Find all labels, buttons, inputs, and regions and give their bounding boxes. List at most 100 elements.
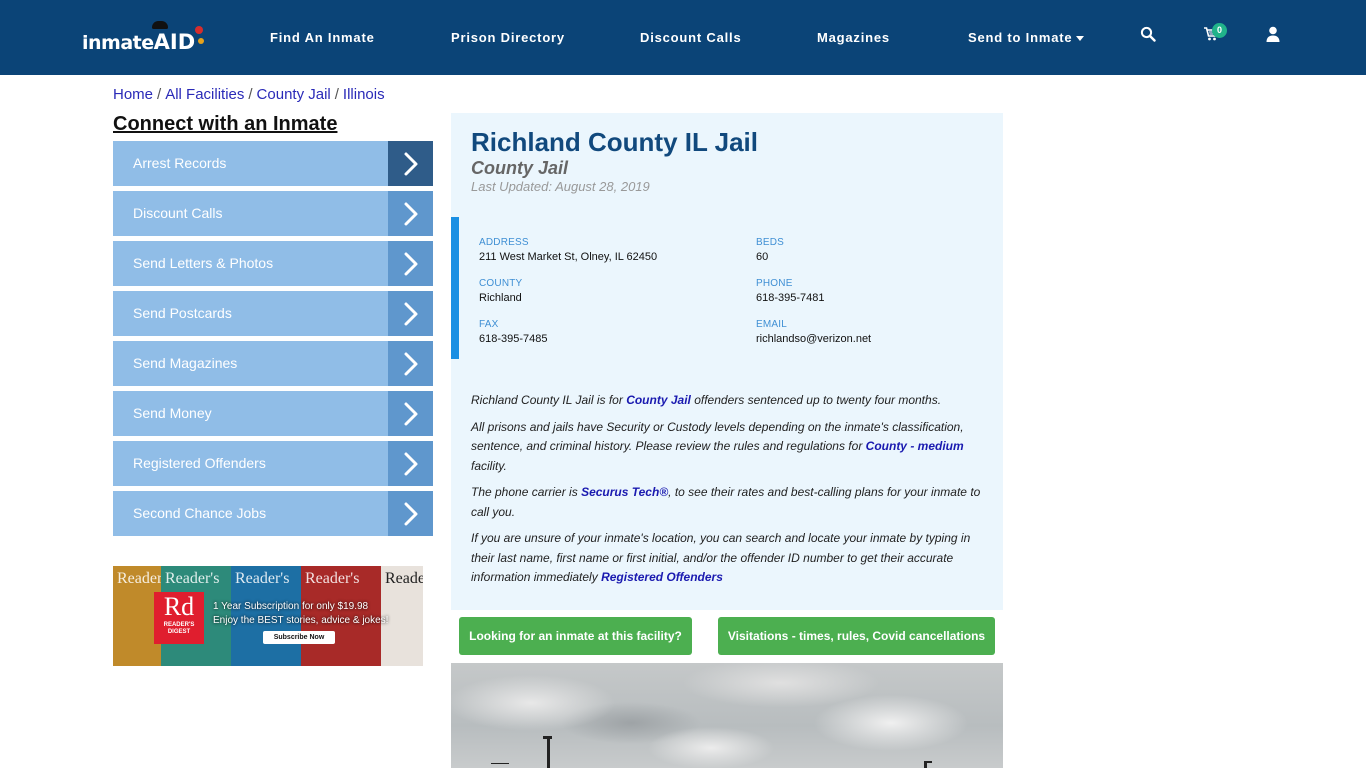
address-value: 211 West Market St, Olney, IL 62450 (479, 251, 658, 263)
ad-cover-title: Reader's (235, 570, 290, 587)
logo-hat-icon (151, 21, 168, 29)
utility-pole (491, 763, 509, 764)
sidebar-item-label: Discount Calls (133, 205, 223, 221)
sidebar-item-label: Send Magazines (133, 355, 238, 371)
sidebar-item-registered-offenders[interactable]: Registered Offenders (113, 441, 433, 486)
find-inmate-at-facility-button[interactable]: Looking for an inmate at this facility? (459, 617, 692, 655)
description-text: The phone carrier is (471, 485, 582, 499)
ad-cover-title: Reader's (385, 570, 423, 587)
county-jail-link[interactable]: County Jail (626, 393, 691, 407)
address-field: ADDRESS 211 West Market St, Olney, IL 62… (479, 237, 657, 263)
light-pole (543, 736, 552, 739)
nav-discount-calls[interactable]: Discount Calls (640, 30, 742, 45)
user-icon[interactable] (1266, 26, 1286, 46)
fax-field: FAX 618-395-7485 (479, 319, 548, 345)
breadcrumb-all-facilities[interactable]: All Facilities (165, 86, 244, 103)
readers-digest-ad[interactable]: Reader's Reader's Reader's Reader's Read… (113, 566, 423, 666)
nav-prison-directory[interactable]: Prison Directory (451, 30, 565, 45)
sidebar-item-second-chance-jobs[interactable]: Second Chance Jobs (113, 491, 433, 536)
sidebar-item-label: Arrest Records (133, 155, 227, 171)
last-updated: Last Updated: August 28, 2019 (471, 179, 650, 194)
ad-logo-subtext: READER'S DIGEST (163, 622, 195, 635)
light-pole (924, 761, 932, 763)
chevron-right-icon (388, 291, 433, 336)
facility-photo (451, 663, 1003, 768)
breadcrumb: Home / All Facilities / County Jail / Illinois (113, 86, 385, 103)
cart-count-badge: 0 (1212, 23, 1227, 38)
phone-carrier-link[interactable]: Securus Tech® (581, 485, 668, 499)
email-label: EMAIL (756, 319, 788, 330)
chevron-right-icon (388, 491, 433, 536)
sidebar-item-label: Registered Offenders (133, 455, 266, 471)
chevron-right-icon (388, 191, 433, 236)
beds-value: 60 (756, 251, 769, 263)
fax-value: 618-395-7485 (479, 333, 548, 345)
sidebar-item-send-magazines[interactable]: Send Magazines (113, 341, 433, 386)
fax-label: FAX (479, 319, 499, 330)
registered-offenders-link[interactable]: Registered Offenders (601, 570, 723, 584)
security-level-link[interactable]: County - medium (866, 439, 964, 453)
sidebar-item-label: Send Letters & Photos (133, 255, 274, 271)
top-navbar: inmate AID Find An Inmate Prison Directo… (0, 0, 1366, 75)
chevron-right-icon (388, 391, 433, 436)
nav-send-to-inmate-label: Send to Inmate (968, 30, 1073, 45)
sidebar-item-send-postcards[interactable]: Send Postcards (113, 291, 433, 336)
site-logo[interactable]: inmate AID (82, 21, 205, 54)
description-paragraph: Richland County IL Jail is for County Ja… (471, 391, 986, 411)
breadcrumb-separator: / (334, 86, 339, 103)
logo-decoration-icon (198, 38, 205, 44)
nav-send-to-inmate[interactable]: Send to Inmate (968, 30, 1085, 45)
sidebar-menu: Arrest Records Discount Calls Send Lette… (113, 141, 433, 541)
county-field: COUNTY Richland (479, 278, 522, 304)
logo-decoration-icon (195, 26, 204, 34)
sidebar-item-send-letters-photos[interactable]: Send Letters & Photos (113, 241, 433, 286)
visitations-button[interactable]: Visitations - times, rules, Covid cancel… (718, 617, 995, 655)
logo-accent: AID (151, 21, 205, 54)
breadcrumb-home[interactable]: Home (113, 86, 153, 103)
chevron-right-icon (388, 141, 433, 186)
facility-name: Richland County IL Jail (471, 127, 759, 157)
light-pole (924, 763, 927, 768)
chevron-right-icon (388, 341, 433, 386)
beds-label: BEDS (756, 237, 785, 248)
description-text: Richland County IL Jail is for (471, 393, 627, 407)
nav-find-inmate[interactable]: Find An Inmate (270, 30, 375, 45)
search-icon[interactable] (1140, 26, 1160, 46)
sidebar-item-label: Send Money (133, 405, 212, 421)
ad-tagline: Enjoy the BEST stories, advice & jokes! (213, 615, 389, 626)
breadcrumb-county-jail[interactable]: County Jail (257, 86, 331, 103)
sidebar-item-label: Send Postcards (133, 305, 232, 321)
chevron-right-icon (388, 241, 433, 286)
facility-type: County Jail (471, 158, 569, 178)
description-text: facility. (471, 458, 507, 473)
sidebar-item-arrest-records[interactable]: Arrest Records (113, 141, 433, 186)
email-value[interactable]: richlandso@verizon.net (756, 333, 871, 345)
logo-accent-text: AID (153, 30, 196, 54)
beds-field: BEDS 60 (756, 237, 784, 263)
phone-value[interactable]: 618-395-7481 (756, 292, 825, 304)
phone-field: PHONE 618-395-7481 (756, 278, 825, 304)
breadcrumb-illinois[interactable]: Illinois (343, 86, 385, 103)
ad-subscribe-button[interactable]: Subscribe Now (263, 631, 335, 644)
address-label: ADDRESS (479, 237, 529, 248)
ad-cover-title: Reader's (165, 570, 220, 587)
breadcrumb-separator: / (248, 86, 253, 103)
description-text: offenders sentenced up to twenty four mo… (690, 393, 942, 407)
ad-logo-text: Rd (163, 592, 195, 621)
readers-digest-logo: Rd READER'S DIGEST (154, 592, 204, 644)
email-field: EMAIL richlandso@verizon.net (756, 319, 871, 345)
facility-description: Richland County IL Jail is for County Ja… (471, 391, 986, 595)
light-pole (547, 738, 550, 768)
ad-cover-title: Reader's (305, 570, 360, 587)
phone-label: PHONE (756, 278, 793, 289)
description-paragraph: The phone carrier is Securus Tech®, to s… (471, 483, 986, 522)
sidebar-item-discount-calls[interactable]: Discount Calls (113, 191, 433, 236)
nav-magazines[interactable]: Magazines (817, 30, 890, 45)
breadcrumb-separator: / (157, 86, 162, 103)
county-label: COUNTY (479, 278, 523, 289)
chevron-right-icon (388, 441, 433, 486)
facility-panel: Richland County IL Jail County Jail Last… (451, 113, 1003, 610)
ad-headline: 1 Year Subscription for only $19.98 (213, 601, 369, 612)
sidebar-item-label: Second Chance Jobs (133, 505, 267, 521)
sidebar-item-send-money[interactable]: Send Money (113, 391, 433, 436)
